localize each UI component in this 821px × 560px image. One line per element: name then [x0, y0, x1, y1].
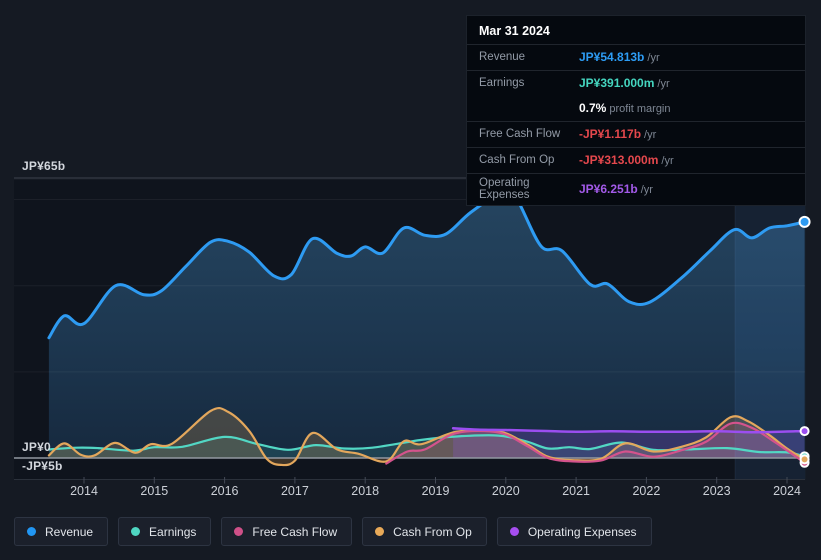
fcf-value: -JP¥1.117b	[579, 127, 642, 141]
tooltip-row-cashop: Cash From Op -JP¥313.000m/yr	[467, 147, 805, 173]
legend-dot-icon	[27, 527, 36, 536]
x-axis-label: 2023	[702, 484, 731, 498]
revenue-end-dot[interactable]	[798, 215, 811, 228]
legend-label: Operating Expenses	[527, 524, 637, 539]
x-axis-label: 2018	[351, 484, 380, 498]
chart-panel: JP¥65b JP¥0 -JP¥5b 2014 2015 2016 2017 2018 2…	[0, 0, 821, 560]
legend-dot-icon	[131, 527, 141, 536]
earnings-value: JP¥391.000m	[579, 76, 655, 90]
x-axis-label: 2019	[421, 484, 450, 498]
x-axis-label: 2015	[140, 484, 169, 498]
x-axis-label: 2024	[773, 484, 801, 498]
legend-item-free-cash-flow[interactable]: Free Cash Flow	[221, 517, 353, 546]
x-axis-label: 2014	[70, 484, 98, 498]
tooltip-row-revenue: Revenue JP¥54.813b/yr	[467, 44, 805, 70]
x-axis-label: 2016	[210, 484, 239, 498]
legend-dot-icon	[375, 527, 385, 536]
x-axis-label: 2021	[562, 484, 590, 498]
tooltip-date: Mar 31 2024	[479, 24, 550, 38]
y-axis-label-neg5b: -JP¥5b	[22, 459, 63, 473]
opex-value: JP¥6.251b	[579, 182, 638, 196]
legend-item-operating-expenses[interactable]: Operating Expenses	[496, 517, 652, 546]
tooltip-row-fcf: Free Cash Flow -JP¥1.117b/yr	[467, 121, 805, 147]
operating-expenses-end-dot[interactable]	[799, 426, 810, 437]
legend: Revenue Earnings Free Cash Flow Cash From O…	[14, 517, 652, 546]
legend-dot-icon	[234, 527, 244, 536]
legend-item-earnings[interactable]: Earnings	[118, 517, 212, 546]
legend-label: Revenue	[45, 524, 94, 539]
x-axis-label: 2017	[280, 484, 309, 498]
legend-label: Earnings	[149, 524, 197, 539]
legend-label: Cash From Op	[393, 524, 472, 539]
tooltip-row-opex: Operating Expenses JP¥6.251b/yr	[467, 173, 805, 205]
tooltip-row-earnings: Earnings JP¥391.000m/yr	[467, 70, 805, 96]
tooltip-row-margin: 0.7% profit margin	[579, 101, 671, 115]
revenue-value: JP¥54.813b	[579, 50, 645, 64]
tooltip: Mar 31 2024 Revenue JP¥54.813b/yr Earnin…	[466, 15, 806, 206]
legend-dot-icon	[509, 527, 519, 536]
legend-item-cash-from-op[interactable]: Cash From Op	[362, 517, 487, 546]
cash-from-op-end-dot[interactable]	[799, 454, 810, 465]
x-axis-label: 2022	[632, 484, 661, 498]
x-axis-label: 2020	[491, 484, 520, 498]
y-axis-label-0: JP¥0	[22, 440, 51, 454]
y-axis-label-65b: JP¥65b	[22, 159, 66, 173]
legend-item-revenue[interactable]: Revenue	[14, 517, 109, 546]
legend-label: Free Cash Flow	[252, 524, 338, 539]
cashop-value: -JP¥313.000m	[579, 153, 659, 167]
profit-margin-value: 0.7%	[579, 101, 607, 115]
